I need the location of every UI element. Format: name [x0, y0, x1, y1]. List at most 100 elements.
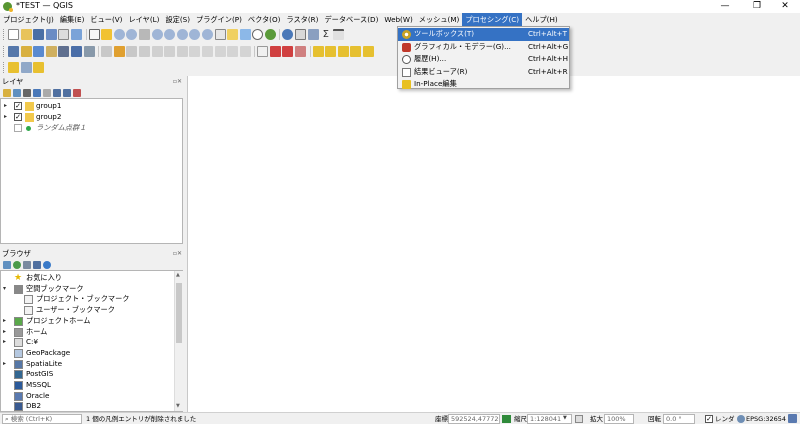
- layer-item[interactable]: group2: [36, 112, 61, 123]
- vertex-tool-icon[interactable]: [151, 46, 163, 57]
- menu-item-graphical-modeler[interactable]: グラフィカル・モデラー(G)... Ctrl+Alt+G: [398, 41, 569, 54]
- layer-visibility-checkbox[interactable]: ✓: [14, 102, 22, 110]
- messages-icon[interactable]: [788, 414, 797, 423]
- expand-all-icon[interactable]: [53, 88, 61, 97]
- browser-item[interactable]: ホーム: [26, 327, 47, 338]
- add-selected-layers-icon[interactable]: [3, 260, 11, 269]
- paste-features-icon[interactable]: [214, 46, 226, 57]
- menu-raster[interactable]: ラスタ(R): [283, 13, 321, 26]
- bookmark-icon[interactable]: [227, 29, 239, 40]
- label-change-icon[interactable]: [337, 46, 349, 57]
- properties-icon[interactable]: [43, 260, 51, 269]
- toggle-editing-icon[interactable]: [113, 46, 125, 57]
- menu-item-in-place-edit[interactable]: In-Place編集: [398, 78, 569, 91]
- menu-edit[interactable]: 編集(E): [57, 13, 88, 26]
- redo-icon[interactable]: [239, 46, 251, 57]
- pan-to-selection-icon[interactable]: [101, 29, 113, 40]
- browser-scrollbar[interactable]: ▲ ▼: [174, 271, 183, 411]
- add-group-icon[interactable]: [13, 88, 21, 97]
- expand-arrow[interactable]: ▾: [3, 285, 6, 292]
- menu-vector[interactable]: ベクタ(O): [245, 13, 284, 26]
- browser-item[interactable]: GeoPackage: [26, 348, 70, 359]
- menu-web[interactable]: Web(W): [381, 13, 415, 26]
- new-project-icon[interactable]: [8, 29, 19, 40]
- menu-help[interactable]: ヘルプ(H): [522, 13, 561, 26]
- browser-item[interactable]: 空間ブックマーク: [26, 284, 84, 295]
- browser-item[interactable]: C:¥: [26, 337, 38, 348]
- collapse-all-icon[interactable]: [33, 260, 41, 269]
- panel-dock-icons[interactable]: ▫✕: [173, 76, 182, 87]
- save-as-icon[interactable]: [45, 29, 57, 40]
- menu-mesh[interactable]: メッシュ(M): [416, 13, 463, 26]
- temporal-controller-icon[interactable]: [252, 29, 264, 40]
- zoom-in-icon[interactable]: [113, 29, 125, 40]
- filter-by-expression-icon[interactable]: [43, 88, 51, 97]
- browser-item[interactable]: ユーザー・ブックマーク: [36, 305, 115, 316]
- render-checkbox[interactable]: ✓: [705, 415, 713, 423]
- locator-search-input[interactable]: ⌕ 検索 (Ctrl+K): [2, 414, 82, 424]
- layout-manager-icon[interactable]: [70, 29, 82, 40]
- layer-visibility-checkbox[interactable]: [14, 124, 22, 132]
- zoom-out-icon[interactable]: [126, 29, 138, 40]
- filter-legend-icon[interactable]: [33, 88, 41, 97]
- pan-icon[interactable]: [88, 29, 100, 40]
- measure-icon[interactable]: [332, 29, 344, 40]
- add-feature-icon[interactable]: [138, 46, 150, 57]
- new-virtual-layer-icon[interactable]: [70, 46, 82, 57]
- zoom-full-icon[interactable]: [138, 29, 150, 40]
- label-move-icon[interactable]: [312, 46, 324, 57]
- save-project-icon[interactable]: [33, 29, 45, 40]
- new-map-view-icon[interactable]: [214, 29, 226, 40]
- browser-item[interactable]: プロジェクトホーム: [26, 316, 90, 327]
- manage-map-themes-icon[interactable]: [23, 88, 31, 97]
- data-source-manager-icon[interactable]: [8, 46, 19, 57]
- extents-icon[interactable]: [502, 415, 511, 423]
- collapse-all-icon[interactable]: [63, 88, 71, 97]
- menu-item-toolbox[interactable]: ツールボックス(T) Ctrl+Alt+T: [398, 28, 569, 41]
- label-show-hide-icon[interactable]: [295, 46, 307, 57]
- new-shapefile-icon[interactable]: [33, 46, 45, 57]
- zoom-selection-icon[interactable]: [151, 29, 163, 40]
- delete-selected-icon[interactable]: [176, 46, 188, 57]
- layer-styling-icon[interactable]: [3, 88, 11, 97]
- menu-processing[interactable]: プロセシング(C): [462, 13, 523, 26]
- browser-item[interactable]: プロジェクト・ブックマーク: [36, 294, 129, 305]
- open-project-icon[interactable]: [20, 29, 32, 40]
- panel-dock-icons[interactable]: ▫✕: [173, 248, 182, 259]
- digitize-icon[interactable]: [101, 46, 113, 57]
- browser-item[interactable]: お気に入り: [26, 273, 62, 284]
- scroll-thumb[interactable]: [176, 283, 182, 343]
- filter-icon[interactable]: [23, 260, 31, 269]
- field-calculator-icon[interactable]: Σ: [320, 29, 332, 40]
- browser-item[interactable]: DB2: [26, 401, 41, 412]
- menu-settings[interactable]: 設定(S): [162, 13, 193, 26]
- lock-scale-icon[interactable]: [575, 415, 583, 423]
- browser-item[interactable]: PostGIS: [26, 369, 53, 380]
- menu-layer[interactable]: レイヤ(L): [125, 13, 162, 26]
- diagram-move-icon[interactable]: [350, 46, 362, 57]
- scroll-up-icon[interactable]: ▲: [176, 272, 180, 278]
- menu-view[interactable]: ビュー(V): [87, 13, 125, 26]
- crs-label[interactable]: EPSG:32654: [746, 415, 786, 423]
- restore-button[interactable]: ❐: [742, 0, 772, 13]
- select-features-icon[interactable]: [8, 62, 19, 73]
- undo-icon[interactable]: [227, 46, 239, 57]
- refresh-icon[interactable]: [13, 260, 21, 269]
- show-bookmarks-icon[interactable]: [239, 29, 251, 40]
- menu-project[interactable]: プロジェクト(J): [0, 13, 57, 26]
- identify-icon[interactable]: [282, 29, 294, 40]
- minimize-button[interactable]: —: [710, 0, 740, 13]
- select-by-expression-icon[interactable]: [20, 62, 32, 73]
- new-temporary-layer-icon[interactable]: [58, 46, 70, 57]
- magnifier-field[interactable]: 100%: [604, 414, 634, 424]
- layer-item[interactable]: group1: [36, 101, 61, 112]
- expand-arrow[interactable]: ▸: [3, 338, 6, 345]
- deselect-icon[interactable]: [33, 62, 45, 73]
- rotation-field[interactable]: 0.0 °: [663, 414, 695, 424]
- layer-visibility-checkbox[interactable]: ✓: [14, 113, 22, 121]
- cut-features-icon[interactable]: [189, 46, 201, 57]
- crs-icon[interactable]: [737, 415, 745, 423]
- map-canvas[interactable]: [187, 76, 800, 412]
- close-button[interactable]: ✕: [770, 0, 800, 13]
- menu-item-results-viewer[interactable]: 結果ビューア(R) Ctrl+Alt+R: [398, 66, 569, 79]
